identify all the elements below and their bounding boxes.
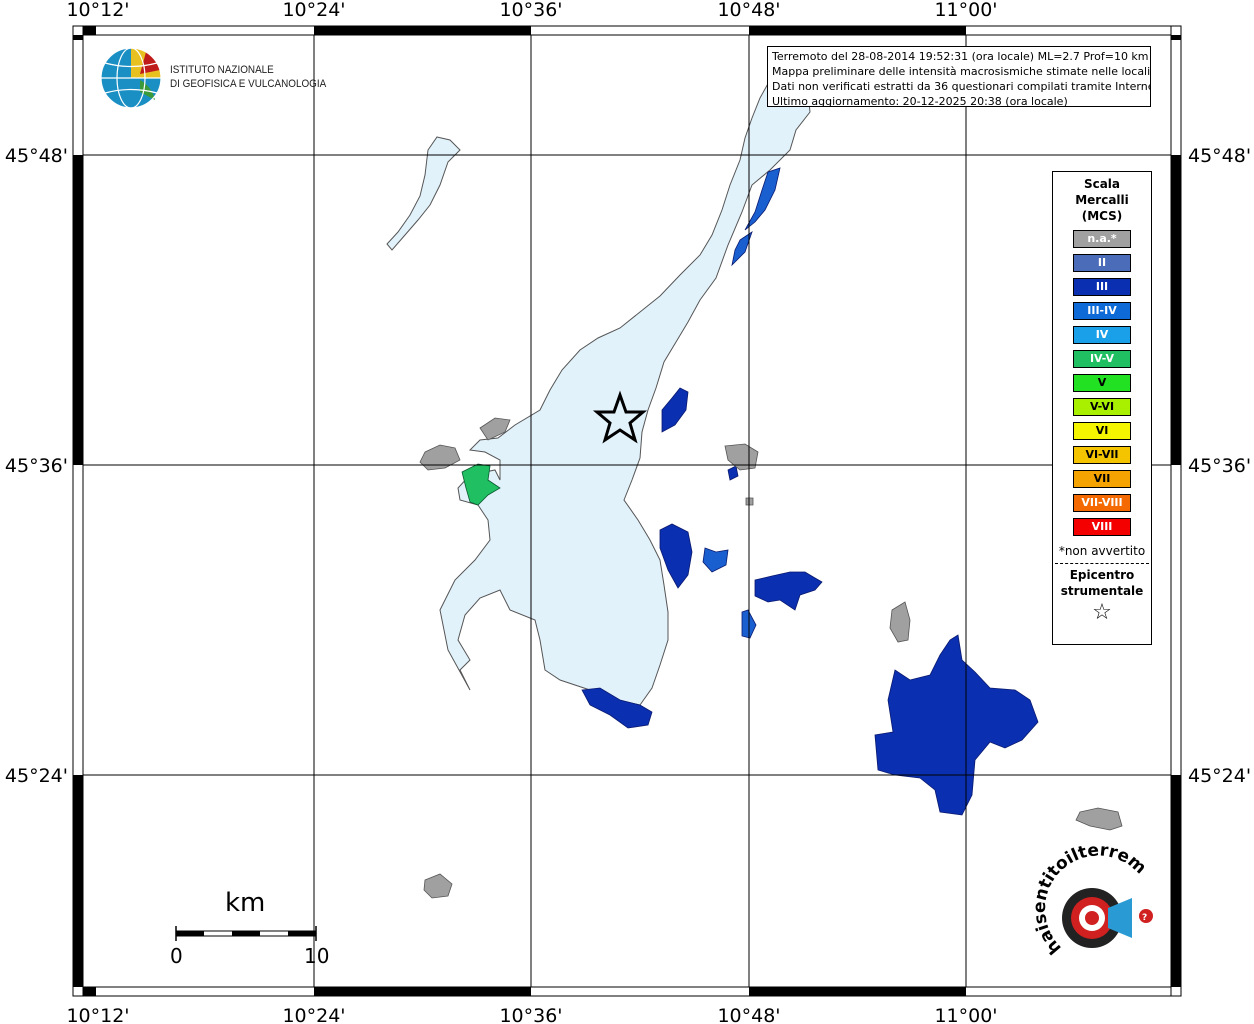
legend-item: II xyxy=(1073,254,1131,272)
legend-item: III xyxy=(1073,278,1131,296)
area-III-shore2 xyxy=(661,387,689,433)
legend-epicenter-icon: ☆ xyxy=(1092,600,1112,625)
lon-tick-bottom: 10°24' xyxy=(282,1005,345,1024)
legend-item: IV xyxy=(1073,326,1131,344)
lat-tick-right: 45°24' xyxy=(1188,765,1251,787)
lon-tick-bottom: 10°48' xyxy=(717,1005,780,1024)
area-III-shore1 xyxy=(659,523,693,589)
legend-divider xyxy=(1055,563,1149,564)
svg-text:?: ? xyxy=(1142,913,1147,923)
area-III-east xyxy=(754,571,823,611)
legend-item: VI xyxy=(1073,422,1131,440)
lon-tick-bottom: 11°00' xyxy=(934,1005,997,1024)
area-III-verona xyxy=(874,634,1039,816)
lat-tick-right: 45°48' xyxy=(1188,145,1251,167)
scale-unit: km xyxy=(225,888,266,918)
lon-tick-top: 10°24' xyxy=(282,0,345,21)
ingv-logo-icon xyxy=(100,47,162,109)
legend-item: VIII xyxy=(1073,518,1131,536)
legend-item: V xyxy=(1073,374,1131,392)
info-line-3: Dati non verificati estratti da 36 quest… xyxy=(772,80,1151,93)
lat-tick-right: 45°36' xyxy=(1188,455,1251,477)
legend-note: *non avvertito xyxy=(1058,544,1146,558)
lon-tick-top: 10°36' xyxy=(499,0,562,21)
lon-tick-top: 10°48' xyxy=(717,0,780,21)
legend-item: n.a.* xyxy=(1073,230,1131,248)
scale-min-label: 0 xyxy=(170,944,183,968)
legend-item: VII xyxy=(1073,470,1131,488)
event-info-box: Terremoto del 28-08-2014 19:52:31 (ora l… xyxy=(767,46,1151,107)
lon-tick-bottom: 10°36' xyxy=(499,1005,562,1024)
info-line-1: Terremoto del 28-08-2014 19:52:31 (ora l… xyxy=(772,50,1149,63)
ingv-line2: DI GEOFISICA E VULCANOLOGIA xyxy=(170,78,327,90)
ingv-logo-text: ISTITUTO NAZIONALE DI GEOFISICA E VULCAN… xyxy=(170,63,326,91)
legend-title: Scala Mercalli (MCS) xyxy=(1075,177,1129,223)
legend-item: VII-VIII xyxy=(1073,494,1131,512)
lon-tick-top: 10°12' xyxy=(66,0,129,21)
mcs-legend: Scala Mercalli (MCS) n.a.* II III III-IV IV I… xyxy=(1052,171,1152,645)
area-III-small xyxy=(727,465,739,481)
lake-garda xyxy=(439,79,811,706)
legend-item: V-VI xyxy=(1073,398,1131,416)
lon-tick-top: 11°00' xyxy=(934,0,997,21)
legend-epicenter-label: Epicentro strumentale xyxy=(1060,568,1144,598)
lat-tick-left: 45°36' xyxy=(5,455,68,477)
scale-max-label: 10 xyxy=(304,944,330,968)
lon-tick-bottom: 10°12' xyxy=(66,1005,129,1024)
legend-item: VI-VII xyxy=(1073,446,1131,464)
lake-idro xyxy=(386,136,461,251)
legend-item: IV-V xyxy=(1073,350,1131,368)
lat-tick-left: 45°24' xyxy=(5,765,68,787)
legend-item: III-IV xyxy=(1073,302,1131,320)
scale-bar xyxy=(175,926,317,941)
info-line-4: Ultimo aggiornamento: 20-12-2025 20:38 (… xyxy=(772,95,1068,107)
info-line-2: Mappa preliminare delle intensità macros… xyxy=(772,65,1151,78)
ingv-line1: ISTITUTO NAZIONALE xyxy=(170,64,274,76)
lat-tick-left: 45°48' xyxy=(5,145,68,167)
